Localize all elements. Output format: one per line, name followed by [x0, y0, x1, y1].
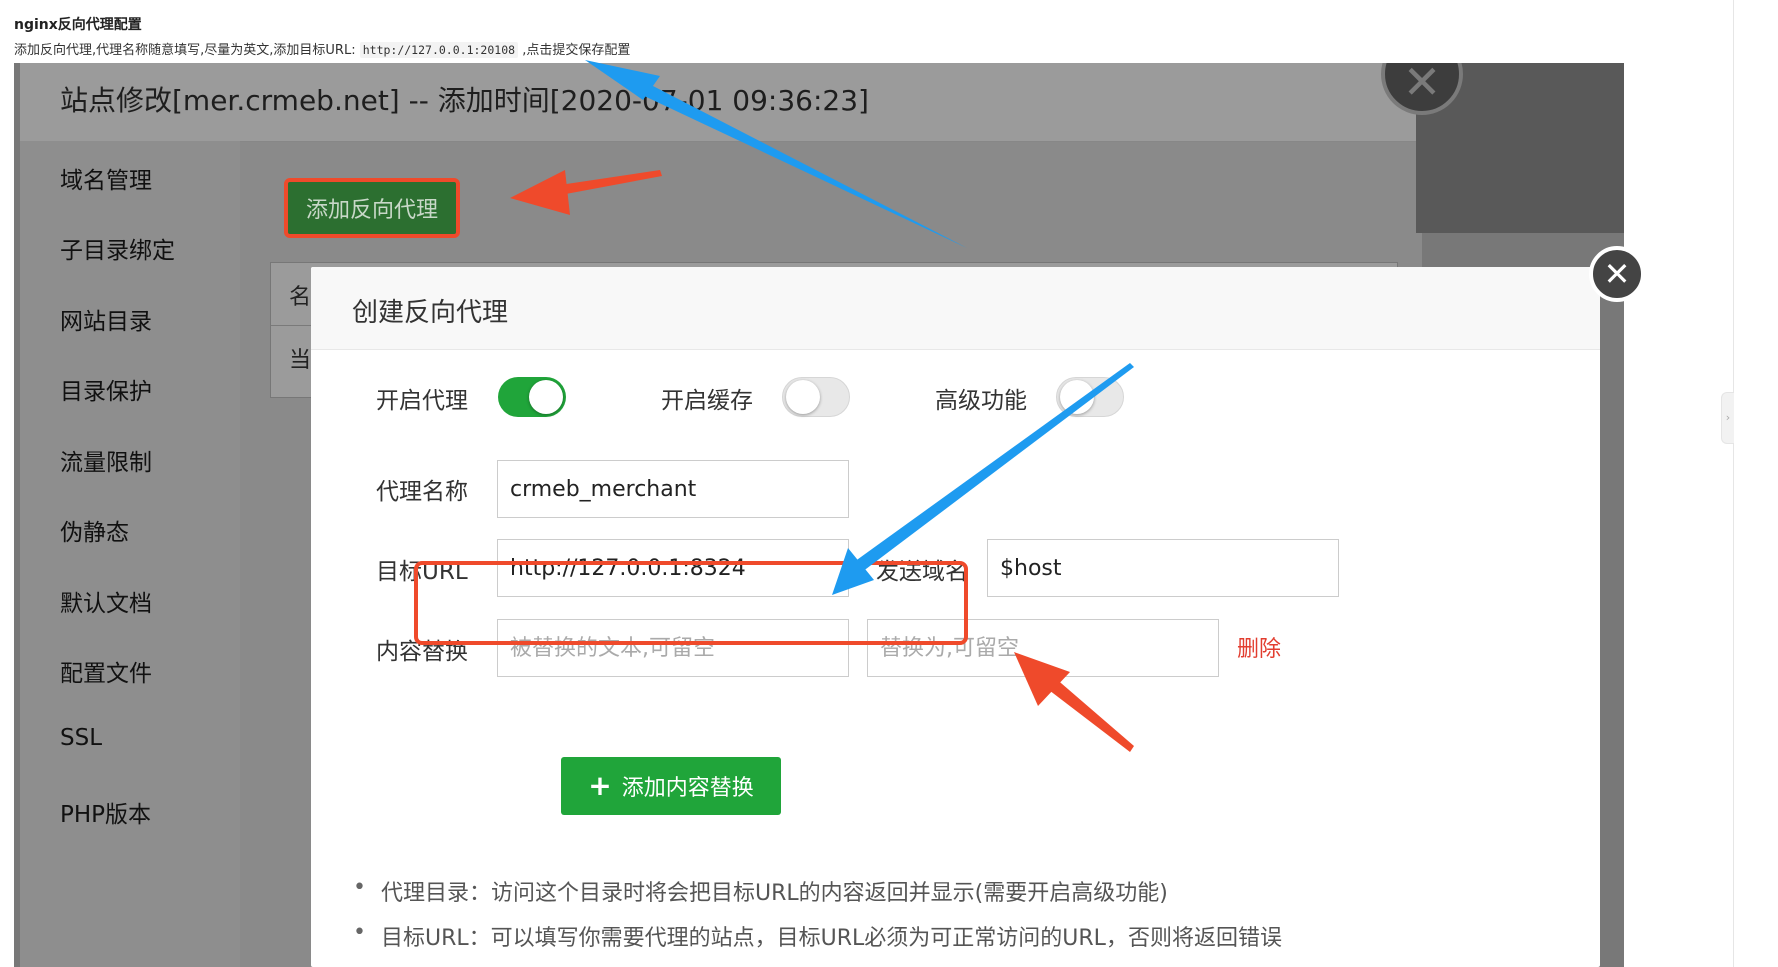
- nav-item-subdir[interactable]: 子目录绑定: [60, 231, 175, 265]
- toggle-knob: [786, 380, 820, 414]
- enable-proxy-toggle[interactable]: [498, 377, 566, 417]
- dialog-title: 创建反向代理: [352, 298, 509, 328]
- nav-item-rewrite[interactable]: 伪静态: [60, 513, 129, 547]
- bullet-icon: •: [353, 875, 366, 900]
- enable-cache-toggle[interactable]: [782, 377, 850, 417]
- nav-item-ssl[interactable]: SSL: [60, 725, 102, 751]
- page-right-divider: [1733, 0, 1734, 967]
- nav-item-traffic-limit[interactable]: 流量限制: [60, 443, 152, 477]
- enable-proxy-label: 开启代理: [376, 388, 468, 414]
- enable-cache-label: 开启缓存: [661, 388, 753, 414]
- proxy-name-input[interactable]: [497, 460, 849, 518]
- chevron-right-icon: ›: [1725, 411, 1731, 424]
- tip-text: 代理目录：访问这个目录时将会把目标URL的内容返回并显示(需要开启高级功能): [381, 881, 1168, 906]
- doc-desc-prefix: 添加反向代理,代理名称随意填写,尽量为英文,添加目标URL:: [14, 43, 356, 58]
- advanced-label: 高级功能: [935, 388, 1027, 414]
- table-header-cell: 名: [289, 285, 312, 310]
- tips-list: • 代理目录：访问这个目录时将会把目标URL的内容返回并显示(需要开启高级功能) …: [339, 875, 1282, 965]
- proxy-name-label: 代理名称: [376, 479, 468, 505]
- site-edit-header: 站点修改[mer.crmeb.net] -- 添加时间[2020-07-01 0…: [20, 63, 1422, 142]
- site-edit-title: 站点修改[mer.crmeb.net] -- 添加时间[2020-07-01 0…: [60, 84, 869, 117]
- add-content-replace-button[interactable]: + 添加内容替换: [561, 757, 781, 815]
- plus-icon: +: [588, 769, 612, 802]
- table-row-cell: 当: [289, 348, 312, 373]
- dialog-header: 创建反向代理: [311, 267, 1600, 350]
- add-content-replace-label: 添加内容替换: [621, 776, 754, 801]
- send-domain-input[interactable]: [987, 539, 1339, 597]
- nav-item-default-doc[interactable]: 默认文档: [60, 584, 152, 618]
- doc-description: 添加反向代理,代理名称随意填写,尽量为英文,添加目标URL: http://12…: [14, 39, 630, 58]
- list-item: • 代理目录：访问这个目录时将会把目标URL的内容返回并显示(需要开启高级功能): [339, 875, 1282, 920]
- nav-item-dir-protect[interactable]: 目录保护: [60, 372, 152, 406]
- doc-desc-code: http://127.0.0.1:20108: [359, 42, 519, 58]
- toggle-knob: [529, 380, 563, 414]
- tip-text: 目标URL：可以填写你需要代理的站点，目标URL必须为可正常访问的URL，否则将…: [381, 926, 1282, 951]
- nav-item-site-dir[interactable]: 网站目录: [60, 302, 152, 336]
- doc-header: nginx反向代理配置 添加反向代理,代理名称随意填写,尽量为英文,添加目标UR…: [14, 14, 630, 58]
- advanced-toggle[interactable]: [1056, 377, 1124, 417]
- nav-item-config-file[interactable]: 配置文件: [60, 654, 152, 688]
- delete-replace-link[interactable]: 删除: [1237, 631, 1281, 663]
- toggle-knob: [1060, 380, 1094, 414]
- list-item: • 目标URL：可以填写你需要代理的站点，目标URL必须为可正常访问的URL，否则…: [339, 920, 1282, 965]
- nav-item-domain[interactable]: 域名管理: [60, 161, 152, 195]
- target-url-highlight: [414, 561, 968, 645]
- doc-desc-suffix: ,点击提交保存配置: [522, 43, 631, 58]
- bullet-icon: •: [353, 920, 366, 945]
- dialog-close-icon[interactable]: ✕: [1589, 246, 1645, 302]
- doc-title: nginx反向代理配置: [14, 17, 142, 33]
- site-settings-nav: 域名管理 子目录绑定 网站目录 目录保护 流量限制 伪静态 默认文档 配置文件 …: [20, 141, 240, 967]
- add-reverse-proxy-button[interactable]: 添加反向代理: [284, 178, 460, 238]
- side-collapse-handle[interactable]: ›: [1721, 392, 1734, 444]
- nav-item-php-version[interactable]: PHP版本: [60, 795, 151, 829]
